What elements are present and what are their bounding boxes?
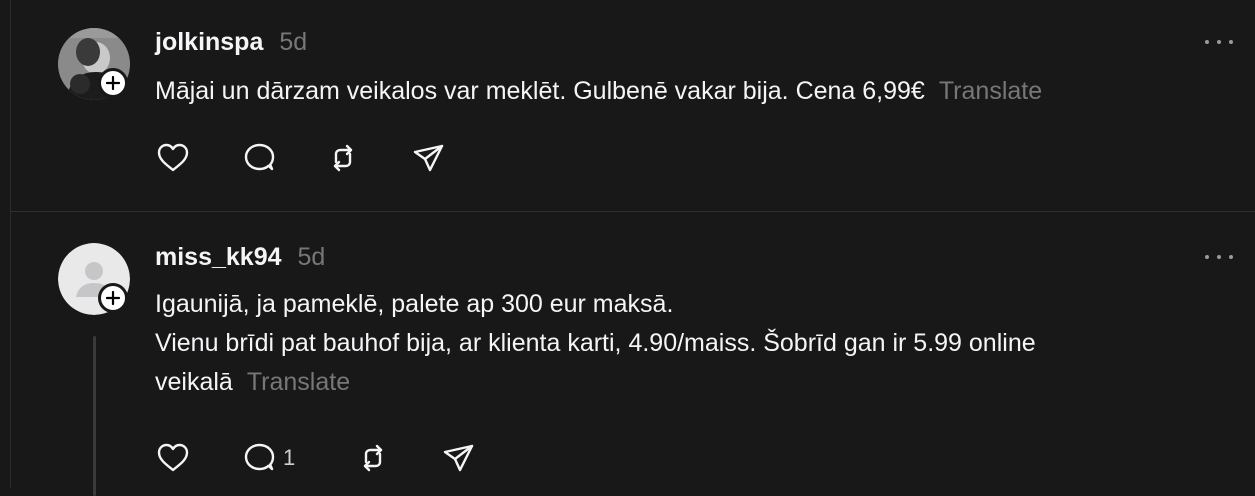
post-text: Igaunijā, ja pameklē, palete ap 300 eur … bbox=[155, 285, 1235, 402]
share-button[interactable] bbox=[411, 140, 447, 176]
follow-button[interactable] bbox=[98, 68, 128, 98]
post-text-line: veikalā Translate bbox=[155, 368, 351, 396]
timestamp[interactable]: 5d bbox=[298, 243, 326, 272]
like-button[interactable] bbox=[155, 440, 191, 476]
more-options-icon[interactable] bbox=[1205, 33, 1233, 51]
comment-icon bbox=[244, 443, 275, 471]
post-text-line: Vienu brīdi pat bauhof bija, ar klienta … bbox=[155, 329, 1036, 357]
thread-post: miss_kk94 5d Igaunijā, ja pameklē, palet… bbox=[10, 212, 1255, 496]
repost-button[interactable] bbox=[325, 140, 361, 176]
follow-button[interactable] bbox=[98, 283, 128, 313]
post-header: miss_kk94 5d bbox=[155, 243, 325, 272]
plus-icon bbox=[106, 291, 120, 305]
avatar-container bbox=[58, 28, 130, 100]
more-options-icon[interactable] bbox=[1205, 248, 1233, 266]
username[interactable]: miss_kk94 bbox=[155, 243, 282, 272]
heart-icon bbox=[157, 443, 189, 472]
username[interactable]: jolkinspa bbox=[155, 28, 263, 57]
thread-post: jolkinspa 5d Mājai un dārzam veikalos va… bbox=[10, 0, 1255, 212]
like-button[interactable] bbox=[155, 140, 191, 176]
reply-button[interactable] bbox=[241, 140, 277, 176]
share-icon bbox=[413, 144, 444, 172]
reply-count: 1 bbox=[283, 445, 296, 470]
avatar-container bbox=[58, 243, 130, 315]
heart-icon bbox=[157, 143, 189, 172]
repost-button[interactable] bbox=[355, 440, 391, 476]
reply-button[interactable]: 1 bbox=[241, 440, 295, 476]
post-text-line: Mājai un dārzam veikalos var meklēt. Gul… bbox=[155, 77, 1043, 105]
post-header: jolkinspa 5d bbox=[155, 28, 307, 57]
thread-line bbox=[93, 336, 96, 496]
share-icon bbox=[443, 444, 474, 472]
translate-link[interactable]: Translate bbox=[939, 77, 1042, 105]
plus-icon bbox=[106, 76, 120, 90]
translate-link[interactable]: Translate bbox=[247, 368, 350, 396]
repost-icon bbox=[363, 444, 383, 472]
post-text: Mājai un dārzam veikalos var meklēt. Gul… bbox=[155, 72, 1235, 111]
repost-icon bbox=[333, 144, 353, 172]
share-button[interactable] bbox=[441, 440, 477, 476]
post-text-line: Igaunijā, ja pameklē, palete ap 300 eur … bbox=[155, 290, 674, 318]
timestamp[interactable]: 5d bbox=[279, 28, 307, 57]
comment-icon bbox=[244, 143, 275, 171]
